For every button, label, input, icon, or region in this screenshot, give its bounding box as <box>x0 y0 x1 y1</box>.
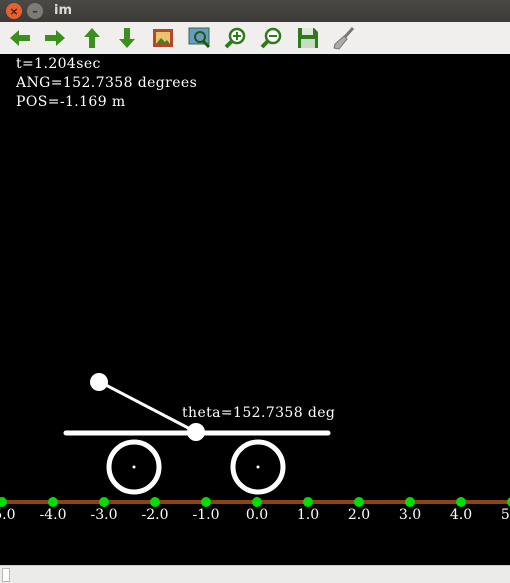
toolbar <box>0 22 510 55</box>
track-marker <box>456 497 466 507</box>
brush-icon <box>333 26 355 50</box>
track-marker <box>252 497 262 507</box>
zoom-out-button[interactable] <box>259 26 285 50</box>
axis-tick-label: -5.0 <box>0 507 16 523</box>
zoom-region-icon <box>188 27 211 49</box>
image-icon <box>153 29 173 47</box>
arrow-up-icon <box>84 28 100 48</box>
axis-tick-label: 1.0 <box>297 507 319 523</box>
track-marker <box>48 497 58 507</box>
pan-left-button[interactable] <box>7 26 33 50</box>
window-titlebar: × – im <box>0 0 510 22</box>
zoom-in-icon <box>224 27 246 49</box>
track-marker <box>354 497 364 507</box>
cart-pendulum-scene: -5.0 -4.0 -3.0 -2.0 -1.0 0.0 1.0 2.0 3.0 4.0 5.0 t… <box>0 373 510 523</box>
axis-tick-label: -1.0 <box>193 507 220 523</box>
left-wheel-hub <box>132 465 136 469</box>
pan-up-button[interactable] <box>79 26 105 50</box>
zoom-region-button[interactable] <box>187 26 213 50</box>
right-wheel-hub <box>256 465 260 469</box>
save-icon <box>298 28 318 48</box>
axis-tick-label: -2.0 <box>142 507 169 523</box>
pivot-joint <box>187 423 205 441</box>
axis-tick-label: 0.0 <box>246 507 268 523</box>
save-button[interactable] <box>295 26 321 50</box>
pan-right-button[interactable] <box>42 26 68 50</box>
axis-tick-label: 2.0 <box>348 507 370 523</box>
axis-tick-label: 3.0 <box>399 507 421 523</box>
properties-button[interactable] <box>331 26 357 50</box>
window-title: im <box>54 3 73 18</box>
pan-down-button[interactable] <box>114 26 140 50</box>
pendulum-bob <box>90 373 108 391</box>
minimize-window-button[interactable]: – <box>27 3 43 19</box>
axis-tick-label: -3.0 <box>91 507 118 523</box>
track-marker <box>99 497 109 507</box>
theta-label: theta=152.7358 deg <box>182 405 335 421</box>
arrow-down-icon <box>119 28 135 48</box>
track-marker <box>303 497 313 507</box>
track-marker <box>0 497 7 507</box>
track-marker <box>150 497 160 507</box>
zoom-fit-button[interactable] <box>150 26 176 50</box>
track-marker <box>405 497 415 507</box>
axis-tick-label: -4.0 <box>40 507 67 523</box>
image-canvas[interactable]: t=1.204sec ANG=152.7358 degrees POS=-1.1… <box>0 54 510 565</box>
track-marker <box>201 497 211 507</box>
status-bar <box>0 565 510 583</box>
arrow-left-icon <box>10 30 30 46</box>
close-window-button[interactable]: × <box>6 3 22 19</box>
arrow-right-icon <box>45 30 65 46</box>
status-field <box>2 568 10 582</box>
axis-tick-label: 4.0 <box>450 507 472 523</box>
axis-tick-labels: -5.0 -4.0 -3.0 -2.0 -1.0 0.0 1.0 2.0 3.0 4.0 5.0 <box>0 507 510 523</box>
zoom-in-button[interactable] <box>223 26 249 50</box>
zoom-out-icon <box>260 27 282 49</box>
axis-tick-label: 5.0 <box>501 507 510 523</box>
